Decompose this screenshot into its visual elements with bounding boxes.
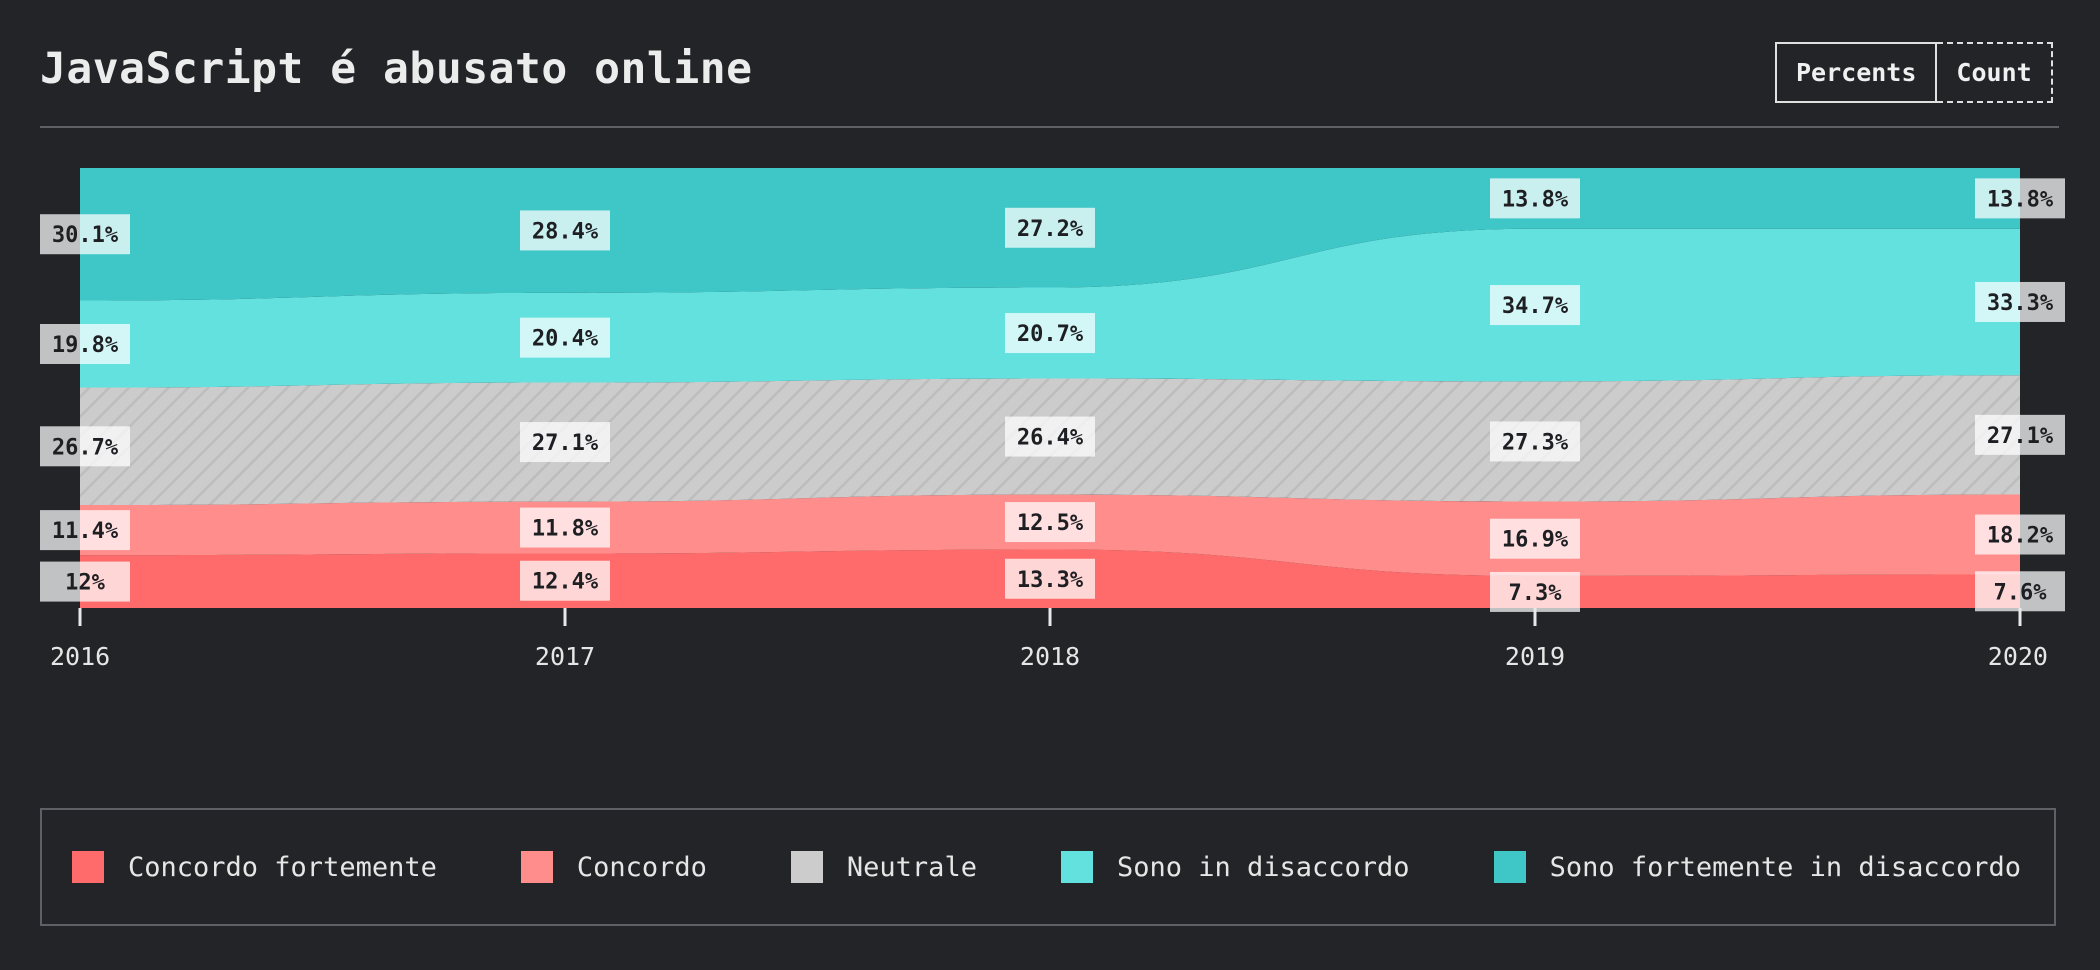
value-label-text: 13.8% bbox=[1502, 187, 1569, 212]
value-label: 13.8% bbox=[1490, 178, 1580, 219]
value-label-text: 27.2% bbox=[1017, 217, 1084, 242]
value-label: 18.2% bbox=[1975, 514, 2065, 555]
value-label: 33.3% bbox=[1975, 281, 2065, 322]
x-axis: 2016 2017 2018 2019 2020 bbox=[50, 608, 2048, 671]
value-label-text: 11.8% bbox=[532, 517, 599, 542]
value-label-text: 16.9% bbox=[1502, 528, 1569, 553]
value-label-text: 13.3% bbox=[1017, 568, 1084, 593]
stacked-area-chart: 12% 12.4% 13.3% 7.3% 7.6% 11.4% 11.8% 12.5% 16.9… bbox=[40, 168, 2065, 671]
value-label-text: 11.4% bbox=[52, 519, 119, 544]
value-label-text: 18.2% bbox=[1987, 524, 2054, 549]
legend-item-concordo[interactable]: Concordo bbox=[520, 851, 707, 883]
value-label: 13.3% bbox=[1005, 558, 1095, 599]
value-label-text: 13.8% bbox=[1987, 187, 2054, 212]
value-label-text: 30.1% bbox=[52, 223, 119, 248]
legend-swatch bbox=[72, 851, 104, 883]
legend-swatch bbox=[520, 851, 553, 883]
legend-swatch bbox=[790, 851, 823, 883]
value-label-text: 7.6% bbox=[1994, 580, 2048, 605]
value-label: 11.4% bbox=[40, 510, 130, 551]
legend-label: Neutrale bbox=[846, 851, 977, 883]
x-tick-label: 2017 bbox=[535, 642, 595, 671]
value-label: 7.6% bbox=[1975, 571, 2065, 612]
value-label-text: 7.3% bbox=[1509, 581, 1563, 606]
value-label: 16.9% bbox=[1490, 518, 1580, 559]
legend-item-sono-fortemente-in-disaccordo[interactable]: Sono fortemente in disaccordo bbox=[1493, 851, 2021, 883]
value-label: 34.7% bbox=[1490, 285, 1580, 326]
value-label: 19.8% bbox=[40, 324, 130, 364]
value-label-text: 12% bbox=[65, 571, 105, 596]
value-label: 27.2% bbox=[1005, 207, 1095, 248]
value-label-text: 19.8% bbox=[52, 333, 119, 358]
value-label-text: 20.7% bbox=[1017, 322, 1084, 347]
value-label: 11.8% bbox=[520, 507, 610, 548]
legend-label: Concordo bbox=[576, 851, 707, 883]
value-label-text: 26.4% bbox=[1017, 426, 1084, 451]
value-label: 13.8% bbox=[1975, 178, 2065, 219]
value-label: 12.4% bbox=[520, 560, 610, 601]
value-label-text: 28.4% bbox=[532, 219, 599, 244]
value-label-text: 27.3% bbox=[1502, 430, 1569, 455]
value-label-text: 34.7% bbox=[1502, 294, 1569, 319]
x-tick-label: 2020 bbox=[1988, 642, 2048, 671]
value-label: 27.3% bbox=[1490, 421, 1580, 462]
value-label: 27.1% bbox=[1975, 414, 2065, 455]
value-label: 28.4% bbox=[520, 210, 610, 251]
legend-swatch bbox=[1060, 851, 1093, 883]
x-tick-label: 2016 bbox=[50, 642, 110, 671]
value-label-text: 27.1% bbox=[532, 431, 599, 456]
x-tick-label: 2019 bbox=[1505, 642, 1565, 671]
value-label: 20.7% bbox=[1005, 313, 1095, 354]
legend-label: Sono fortemente in disaccordo bbox=[1549, 851, 2021, 883]
value-label: 7.3% bbox=[1490, 571, 1580, 612]
value-label: 27.1% bbox=[520, 422, 610, 463]
legend-swatch bbox=[1493, 851, 1526, 883]
value-label-text: 12.4% bbox=[532, 570, 599, 595]
x-tick-label: 2018 bbox=[1020, 642, 1080, 671]
value-label-text: 27.1% bbox=[1987, 424, 2054, 449]
legend: Concordo fortemente Concordo Neutrale Sono … bbox=[40, 808, 2056, 926]
legend-label: Sono in disaccordo bbox=[1116, 851, 1410, 883]
value-label: 12% bbox=[40, 561, 130, 602]
legend-item-concordo-fortemente[interactable]: Concordo fortemente bbox=[72, 851, 437, 883]
legend-item-sono-in-disaccordo[interactable]: Sono in disaccordo bbox=[1060, 851, 1410, 883]
value-label: 12.5% bbox=[1005, 502, 1095, 543]
legend-item-neutrale[interactable]: Neutrale bbox=[790, 851, 977, 883]
value-label-text: 20.4% bbox=[532, 327, 599, 352]
value-label: 26.7% bbox=[40, 426, 130, 467]
value-label-text: 33.3% bbox=[1987, 291, 2054, 316]
value-label-text: 12.5% bbox=[1017, 511, 1084, 536]
value-label-text: 26.7% bbox=[52, 435, 119, 460]
value-label: 30.1% bbox=[40, 214, 130, 255]
value-label: 20.4% bbox=[520, 317, 610, 358]
value-label: 26.4% bbox=[1005, 416, 1095, 457]
legend-label: Concordo fortemente bbox=[128, 851, 437, 883]
